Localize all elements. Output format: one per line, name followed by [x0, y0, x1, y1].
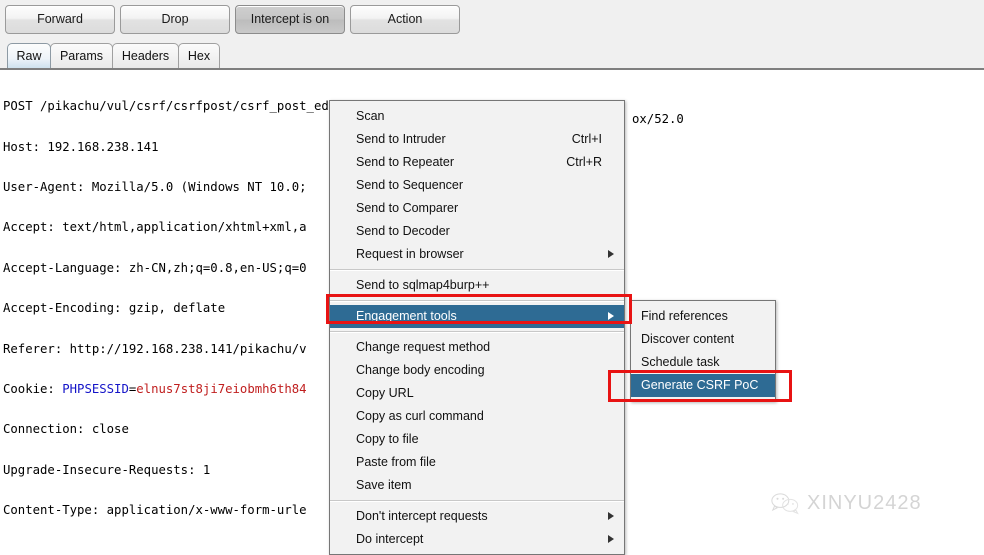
menu-item-copy-url[interactable]: Copy URL [330, 382, 624, 405]
cookie-label: Cookie: [3, 382, 63, 397]
menu-separator [330, 300, 624, 302]
menu-item-label: Save item [356, 478, 412, 492]
action-button[interactable]: Action [350, 5, 460, 34]
intercept-toggle-button[interactable]: Intercept is on [235, 5, 345, 34]
submenu-item-discover-content[interactable]: Discover content [631, 328, 775, 351]
menu-item-label: Send to Decoder [356, 224, 450, 238]
tab-headers[interactable]: Headers [112, 43, 179, 68]
menu-item-label: Send to Repeater [356, 155, 454, 169]
chevron-right-icon [608, 312, 614, 320]
menu-item-label: Copy to file [356, 432, 419, 446]
intercept-toolbar: Forward Drop Intercept is on Action [0, 0, 984, 40]
message-editor-tabs: Raw Params Headers Hex [0, 40, 984, 70]
engagement-tools-submenu[interactable]: Find references Discover content Schedule … [630, 300, 776, 402]
menu-item-label: Change body encoding [356, 363, 485, 377]
menu-item-label: Send to Sequencer [356, 178, 464, 192]
menu-item-label: Don't intercept requests [356, 509, 488, 523]
drop-button[interactable]: Drop [120, 5, 230, 34]
menu-item-paste-from-file[interactable]: Paste from file [330, 451, 624, 474]
menu-item-label: Engagement tools [356, 309, 457, 323]
menu-item-label: Send to sqlmap4burp++ [356, 278, 490, 292]
tab-raw[interactable]: Raw [7, 43, 51, 68]
menu-item-label: Generate CSRF PoC [641, 378, 759, 392]
menu-item-copy-to-file[interactable]: Copy to file [330, 428, 624, 451]
menu-item-don-t-intercept-requests[interactable]: Don't intercept requests [330, 505, 624, 528]
menu-separator [330, 331, 624, 333]
menu-item-shortcut: Ctrl+I [571, 132, 602, 146]
submenu-item-find-references[interactable]: Find references [631, 305, 775, 328]
menu-item-change-body-encoding[interactable]: Change body encoding [330, 359, 624, 382]
menu-item-label: Request in browser [356, 247, 464, 261]
menu-item-copy-as-curl-command[interactable]: Copy as curl command [330, 405, 624, 428]
menu-item-send-to-sqlmap4burp[interactable]: Send to sqlmap4burp++ [330, 274, 624, 297]
chevron-right-icon [608, 512, 614, 520]
cookie-value: elnus7st8ji7eiobmh6th84 [136, 382, 307, 397]
menu-item-label: Discover content [641, 332, 735, 346]
menu-item-scan[interactable]: Scan [330, 105, 624, 128]
menu-item-label: Send to Comparer [356, 201, 459, 215]
menu-item-label: Schedule task [641, 355, 720, 369]
menu-item-label: Send to Intruder [356, 132, 446, 146]
menu-item-label: Copy as curl command [356, 409, 484, 423]
menu-item-label: Copy URL [356, 386, 414, 400]
menu-item-save-item[interactable]: Save item [330, 474, 624, 497]
menu-item-request-in-browser[interactable]: Request in browser [330, 243, 624, 266]
menu-item-engagement-tools[interactable]: Engagement tools [330, 305, 624, 328]
submenu-item-generate-csrf-poc[interactable]: Generate CSRF PoC [631, 374, 775, 397]
menu-item-send-to-decoder[interactable]: Send to Decoder [330, 220, 624, 243]
menu-item-label: Find references [641, 309, 728, 323]
cookie-name: PHPSESSID [62, 382, 129, 397]
context-menu[interactable]: Scan Send to Intruder Ctrl+I Send to Repeat… [329, 100, 625, 555]
menu-item-label: Change request method [356, 340, 491, 354]
menu-separator [330, 269, 624, 271]
chevron-right-icon [608, 250, 614, 258]
menu-item-shortcut: Ctrl+R [566, 155, 602, 169]
user-agent-overflow-text: ox/52.0 [632, 112, 684, 126]
menu-item-label: Paste from file [356, 455, 436, 469]
menu-separator [330, 500, 624, 502]
tab-hex[interactable]: Hex [178, 43, 220, 68]
forward-button[interactable]: Forward [5, 5, 115, 34]
menu-item-send-to-repeater[interactable]: Send to Repeater Ctrl+R [330, 151, 624, 174]
menu-item-do-intercept[interactable]: Do intercept [330, 528, 624, 551]
tab-params[interactable]: Params [50, 43, 113, 68]
menu-item-send-to-intruder[interactable]: Send to Intruder Ctrl+I [330, 128, 624, 151]
chevron-right-icon [608, 535, 614, 543]
menu-item-send-to-sequencer[interactable]: Send to Sequencer [330, 174, 624, 197]
menu-item-change-request-method[interactable]: Change request method [330, 336, 624, 359]
menu-item-send-to-comparer[interactable]: Send to Comparer [330, 197, 624, 220]
submenu-item-schedule-task[interactable]: Schedule task [631, 351, 775, 374]
menu-item-label: Scan [356, 109, 385, 123]
menu-item-label: Do intercept [356, 532, 424, 546]
